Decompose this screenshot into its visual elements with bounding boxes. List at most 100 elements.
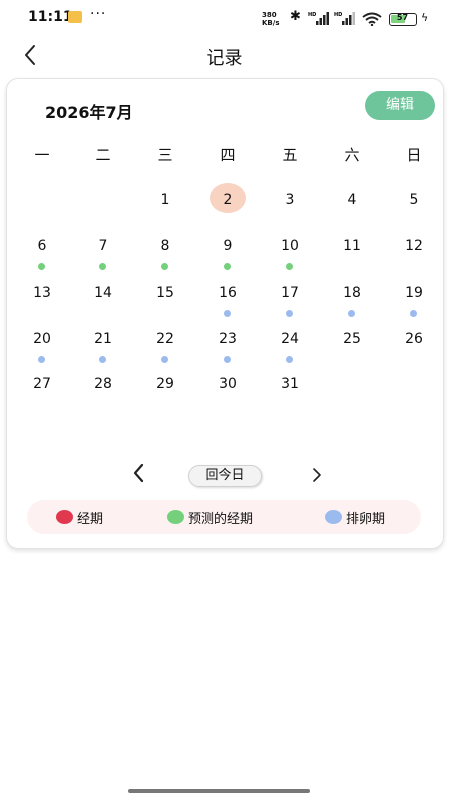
ovulation-dot-icon (38, 356, 45, 363)
edit-button[interactable]: 编辑 (365, 91, 435, 120)
svg-text:HD: HD (308, 12, 316, 18)
battery-level-text: 57 (396, 13, 409, 22)
day-number: 22 (156, 331, 174, 347)
battery-icon: 57 (389, 13, 417, 26)
calendar-day[interactable]: 20 (20, 331, 64, 367)
calendar-day[interactable]: 1 (143, 192, 187, 228)
weekday-label: 一 (34, 146, 50, 164)
day-number: 29 (156, 376, 174, 392)
predicted-dot-icon (99, 263, 106, 270)
bluetooth-icon: ✱ (290, 9, 301, 24)
calendar-day[interactable]: 8 (143, 238, 187, 274)
calendar-day[interactable]: 24 (268, 331, 312, 367)
day-number: 3 (285, 192, 295, 208)
hd-signal-icon: HD (334, 12, 355, 25)
day-number: 9 (223, 238, 233, 254)
day-number: 10 (281, 238, 299, 254)
calendar-day[interactable]: 16 (206, 285, 250, 321)
day-number: 1 (160, 192, 170, 208)
weekday-label: 三 (157, 146, 173, 164)
day-number: 8 (160, 238, 170, 254)
calendar-day[interactable]: 6 (20, 238, 64, 274)
prev-month-button[interactable] (129, 462, 149, 484)
predicted-dot-icon (224, 263, 231, 270)
day-number: 13 (33, 285, 51, 301)
predicted-dot-icon (161, 263, 168, 270)
calendar-day[interactable]: 9 (206, 238, 250, 274)
calendar-day[interactable]: 30 (206, 376, 250, 412)
calendar-day[interactable]: 13 (20, 285, 64, 321)
calendar-day[interactable]: 21 (81, 331, 125, 367)
calendar-day[interactable]: 7 (81, 238, 125, 274)
calendar-day[interactable]: 2 (206, 183, 250, 228)
calendar-day[interactable]: 19 (392, 285, 436, 321)
network-speed-unit: KB/s (262, 19, 280, 27)
photo-app-icon (68, 11, 82, 23)
day-number: 17 (281, 285, 299, 301)
legend-label: 经期 (77, 511, 104, 527)
day-number: 23 (219, 331, 237, 347)
calendar-day[interactable]: 29 (143, 376, 187, 412)
calendar-day[interactable]: 3 (268, 192, 312, 228)
calendar-day[interactable]: 12 (392, 238, 436, 274)
svg-text:HD: HD (334, 12, 342, 18)
day-number: 20 (33, 331, 51, 347)
calendar-day[interactable]: 18 (330, 285, 374, 321)
day-number: 14 (94, 285, 112, 301)
legend-label: 排卵期 (346, 511, 386, 527)
calendar-day[interactable]: 25 (330, 331, 374, 367)
calendar-day[interactable]: 26 (392, 331, 436, 367)
day-number: 31 (281, 376, 299, 392)
legend-item-ovulation: 排卵期 (325, 500, 385, 534)
day-number: 21 (94, 331, 112, 347)
predicted-dot-icon (286, 263, 293, 270)
day-number: 30 (219, 376, 237, 392)
day-number: 15 (156, 285, 174, 301)
predicted-dot-icon (167, 510, 184, 524)
weekday-label: 五 (282, 146, 298, 164)
day-number: 24 (281, 331, 299, 347)
calendar-day[interactable]: 4 (330, 192, 374, 228)
day-number: 26 (405, 331, 423, 347)
day-number: 7 (98, 238, 108, 254)
calendar-day[interactable]: 15 (143, 285, 187, 321)
day-number: 25 (343, 331, 361, 347)
day-number: 18 (343, 285, 361, 301)
day-number: 2 (223, 192, 233, 208)
calendar-day[interactable]: 11 (330, 238, 374, 274)
calendar-day[interactable]: 22 (143, 331, 187, 367)
status-bar: 11:11 ··· 380 KB/s ✱ HD HD 57 ϟ (0, 0, 449, 34)
legend: 经期 预测的经期 排卵期 (27, 500, 421, 534)
calendar-day[interactable]: 23 (206, 331, 250, 367)
day-number: 11 (343, 238, 361, 254)
day-number: 19 (405, 285, 423, 301)
next-month-button[interactable] (309, 466, 325, 484)
ovulation-dot-icon (224, 310, 231, 317)
calendar-day[interactable]: 27 (20, 376, 64, 412)
ovulation-dot-icon (348, 310, 355, 317)
calendar-day[interactable]: 31 (268, 376, 312, 412)
ovulation-dot-icon (224, 356, 231, 363)
calendar-day[interactable]: 28 (81, 376, 125, 412)
status-time: 11:11 (28, 9, 73, 25)
legend-item-predicted: 预测的经期 (167, 500, 253, 534)
calendar-day[interactable]: 14 (81, 285, 125, 321)
weekday-label: 四 (220, 146, 236, 164)
period-dot-icon (56, 510, 73, 524)
back-to-today-button[interactable]: 回今日 (188, 465, 262, 487)
calendar-day[interactable]: 10 (268, 238, 312, 274)
ovulation-dot-icon (161, 356, 168, 363)
day-number: 6 (37, 238, 47, 254)
home-indicator[interactable] (128, 789, 310, 793)
day-number: 5 (409, 192, 419, 208)
calendar-day[interactable]: 5 (392, 192, 436, 228)
calendar-day[interactable]: 17 (268, 285, 312, 321)
ovulation-dot-icon (99, 356, 106, 363)
network-speed: 380 KB/s (262, 11, 279, 27)
wifi-icon (362, 12, 382, 26)
weekday-label: 日 (406, 146, 422, 164)
hd-signal-icon: HD (308, 12, 329, 25)
day-number: 27 (33, 376, 51, 392)
ovulation-dot-icon (286, 310, 293, 317)
day-number: 16 (219, 285, 237, 301)
